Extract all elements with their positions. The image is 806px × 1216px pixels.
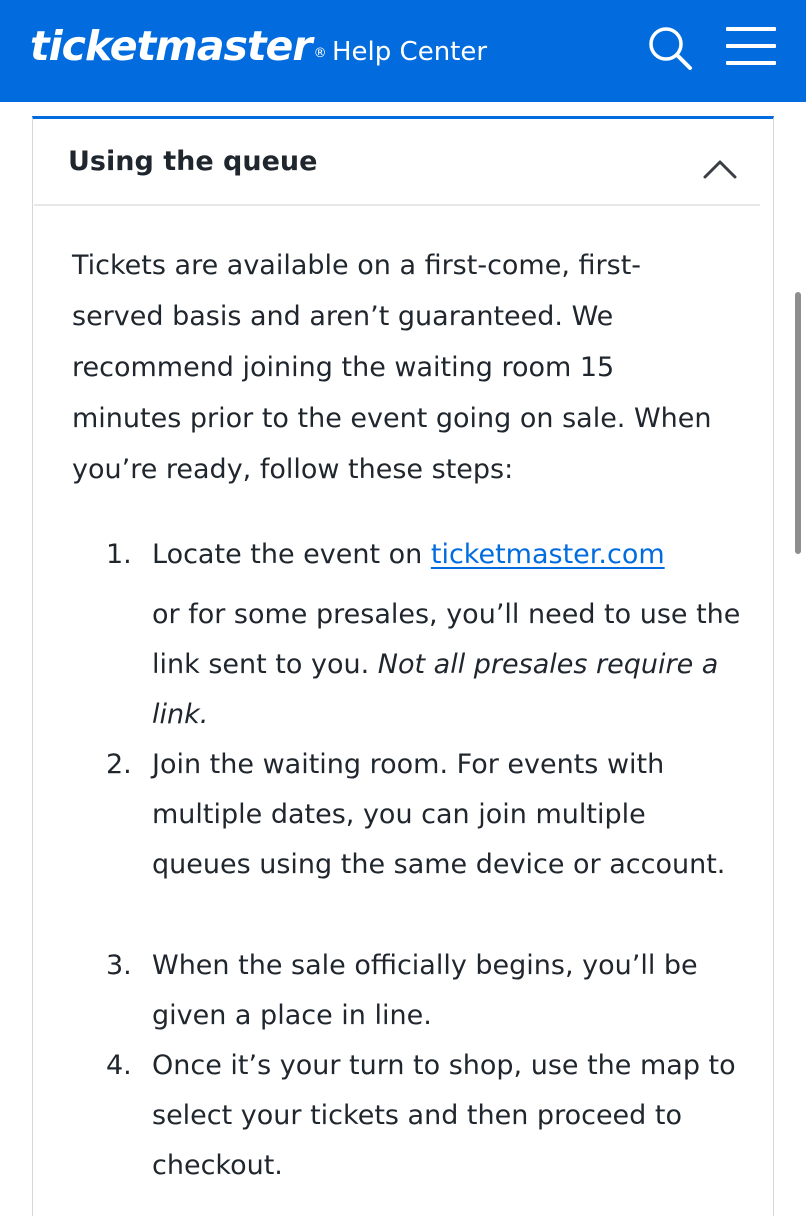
step-number: 2. — [106, 749, 132, 780]
accordion-divider — [34, 204, 760, 206]
step-text: When the sale officially begins, you’ll … — [152, 950, 698, 1031]
search-icon — [649, 27, 692, 70]
help-center-link[interactable]: Help Center — [332, 35, 487, 69]
hamburger-menu-icon-bar-bottom — [726, 61, 776, 65]
step-text: Locate the event on ticketmaster.com or … — [152, 530, 742, 740]
page-scrollbar[interactable] — [795, 292, 801, 554]
menu-button[interactable] — [722, 22, 780, 72]
accordion-toggle[interactable]: Using the queue — [34, 120, 760, 204]
step-number: 3. — [106, 950, 132, 981]
site-header: ticketmaster ® Help Center — [0, 0, 806, 102]
ticketmaster-link[interactable]: ticketmaster.com — [431, 539, 665, 570]
step-prefix: Locate the event on — [152, 539, 431, 570]
hamburger-menu-icon-bar-middle — [726, 44, 776, 48]
brand-name: ticketmaster — [30, 22, 313, 70]
hamburger-menu-icon-bar-top — [726, 27, 776, 31]
chevron-up-icon[interactable] — [702, 158, 738, 180]
search-button[interactable] — [644, 22, 696, 74]
step-text: Once it’s your turn to shop, use the map… — [152, 1050, 736, 1181]
accordion-title: Using the queue — [68, 146, 318, 177]
intro-paragraph: Tickets are available on a first-come, f… — [72, 250, 712, 485]
step-number: 4. — [106, 1050, 132, 1081]
step-text: Join the waiting room. For events with m… — [152, 749, 726, 880]
registered-mark: ® — [313, 46, 327, 61]
step-number: 1. — [106, 539, 132, 570]
ticketmaster-logo[interactable]: ticketmaster ® — [30, 20, 327, 72]
